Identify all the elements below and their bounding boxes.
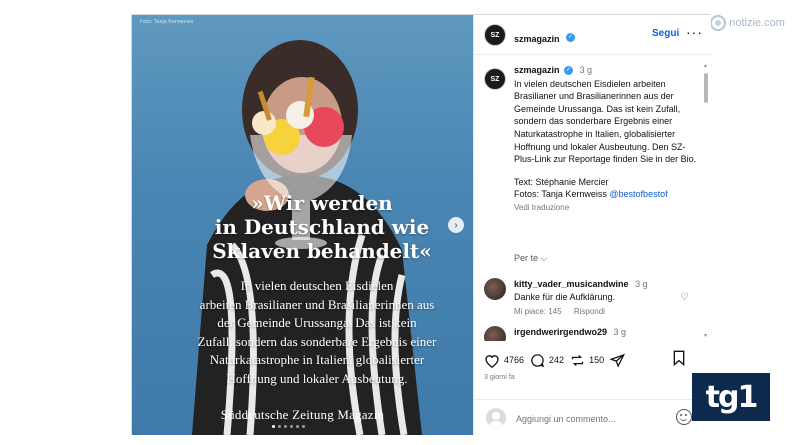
reply-button[interactable]: Rispondi <box>574 307 605 316</box>
like-action[interactable]: 4766 <box>484 353 524 368</box>
headline-line: in Deutschland wie <box>214 215 430 239</box>
carousel-dot <box>284 425 287 428</box>
comment-username[interactable]: kitty_vader_musicandwine <box>514 279 629 289</box>
image-headline: »Wir werden in Deutschland wie Sklaven b… <box>172 191 472 263</box>
carousel-dot <box>296 425 299 428</box>
comment-avatar[interactable] <box>484 278 506 300</box>
scroll-down-icon[interactable]: ▼ <box>703 333 708 339</box>
verified-badge-icon: ✓ <box>565 33 575 43</box>
post-header: SZ szmagazin ✓ Segui ··· <box>474 15 712 55</box>
caption-text: In vielen deutschen Eisdielen arbeiten B… <box>514 78 697 165</box>
repost-icon <box>571 354 584 366</box>
comment-username[interactable]: irgendwerirgendwo29 <box>514 327 607 337</box>
next-image-button[interactable]: › <box>448 217 464 233</box>
comment-text: Danke für die Aufklärung. <box>514 291 616 302</box>
image-subtext: In vielen deutschen Eisdielen arbeiten B… <box>162 277 472 388</box>
heart-icon <box>485 354 499 368</box>
comment-icon <box>531 353 545 367</box>
header-username-wrap: szmagazin ✓ <box>514 29 575 47</box>
post-image: Foto: Tanja Kernweiss »Wir werden in Deu… <box>132 15 473 435</box>
mention-link[interactable]: @bestofbestof <box>609 189 667 199</box>
subtext-line: arbeiten Brasilianer und Brasilianerinne… <box>199 296 435 312</box>
caption-body: szmagazin ✓ 3 g In vielen deutschen Eisd… <box>514 64 702 215</box>
caption-username[interactable]: szmagazin <box>514 65 560 75</box>
comment-time: 3 g <box>613 327 627 337</box>
headline-line: Sklaven behandelt« <box>212 239 432 263</box>
add-comment-bar <box>474 399 712 435</box>
post-timestamp: 3 giorni fa <box>484 374 515 381</box>
caption-avatar[interactable]: SZ <box>484 68 506 90</box>
subtext-line: Zufall, sondern das sonderbare Ergebnis … <box>197 333 437 349</box>
comment-avatar[interactable] <box>484 326 506 341</box>
carousel-dot <box>272 425 275 428</box>
tg1-logo-text: tg1 <box>705 379 759 415</box>
carousel-dot <box>302 425 305 428</box>
watermark: 7 notizie.com <box>700 14 792 32</box>
caption-credit-text: Text: Stéphanie Mercier <box>514 176 609 187</box>
like-count: 4766 <box>504 355 525 365</box>
chevron-down-icon: ⌵ <box>540 253 548 263</box>
comment-like-heart-icon[interactable]: ♡ <box>680 292 689 303</box>
add-comment-input[interactable] <box>516 412 666 426</box>
tg1-logo: tg1 <box>692 373 770 421</box>
avatar-text: SZ <box>490 31 500 39</box>
headline-line: »Wir werden <box>251 191 393 215</box>
user-avatar <box>486 408 506 428</box>
subtext-line: Naturkatastrophe in Italien, globalisier… <box>209 352 425 367</box>
see-translation-link[interactable]: Vedi traduzione <box>514 202 702 215</box>
subtext-line: Hoffnung und lokaler Ausbeutung. <box>226 370 408 386</box>
avatar-text: SZ <box>490 75 500 83</box>
header-username[interactable]: szmagazin <box>514 34 560 44</box>
chevron-right-icon: › <box>454 219 458 231</box>
instagram-post: Foto: Tanja Kernweiss »Wir werden in Deu… <box>131 14 712 435</box>
follow-button[interactable]: Segui <box>652 28 679 39</box>
repost-count: 150 <box>589 355 605 365</box>
more-options-icon[interactable]: ··· <box>686 24 703 40</box>
scrollbar-thumb[interactable] <box>704 73 708 103</box>
for-you-text: Per te <box>514 253 539 263</box>
post-actions: 4766 242 150 <box>474 345 712 375</box>
scroll-up-icon[interactable]: ▲ <box>703 63 708 69</box>
brand-logo-text: Süddeutsche Zeitung Magazin <box>220 407 385 422</box>
comment-meta: Mi piace: 145 Rispondi <box>514 306 684 319</box>
comment-body: irgendwerirgendwo29 3 g <box>514 326 684 339</box>
watermark-logo-icon <box>710 15 727 31</box>
carousel-dot <box>290 425 293 428</box>
comments-scroll-area[interactable]: SZ szmagazin ✓ 3 g In vielen deutschen E… <box>474 56 712 341</box>
carousel-indicator <box>272 425 305 428</box>
caption-time: 3 g <box>579 65 593 75</box>
comment-count: 242 <box>549 355 565 365</box>
carousel-dot <box>278 425 281 428</box>
share-icon <box>610 353 626 368</box>
caption-credits: Text: Stéphanie Mercier Fotos: Tanja Ker… <box>514 176 702 201</box>
watermark-text: notizie.com <box>729 17 785 29</box>
for-you-label[interactable]: Per te ⌵ <box>514 253 547 264</box>
scrollbar[interactable]: ▲ ▼ <box>703 63 708 339</box>
photo-credit: Foto: Tanja Kernweiss <box>140 19 194 25</box>
repost-action[interactable]: 150 <box>570 353 604 368</box>
emoji-icon[interactable] <box>676 409 692 425</box>
comment-time: 3 g <box>635 279 648 289</box>
subtext-line: der Gemeinde Urussanga. Das ist kein <box>217 315 417 330</box>
post-side-panel: SZ szmagazin ✓ Segui ··· SZ szmagazin ✓ … <box>473 15 712 435</box>
verified-badge-icon: ✓ <box>564 66 574 76</box>
caption-credit-photo-line: Fotos: Tanja Kernweiss @bestofbestof <box>514 188 702 201</box>
comment-action[interactable]: 242 <box>530 353 564 368</box>
comment-likes[interactable]: Mi piace: 145 <box>514 307 562 316</box>
subtext-line: In vielen deutschen Eisdielen <box>240 278 394 293</box>
bookmark-icon[interactable] <box>672 350 686 366</box>
avatar[interactable]: SZ <box>484 24 506 46</box>
comment-body: kitty_vader_musicandwine 3 g Danke für d… <box>514 278 684 319</box>
caption-credit-photo: Fotos: Tanja Kernweiss <box>514 189 607 200</box>
share-action[interactable] <box>610 353 629 368</box>
